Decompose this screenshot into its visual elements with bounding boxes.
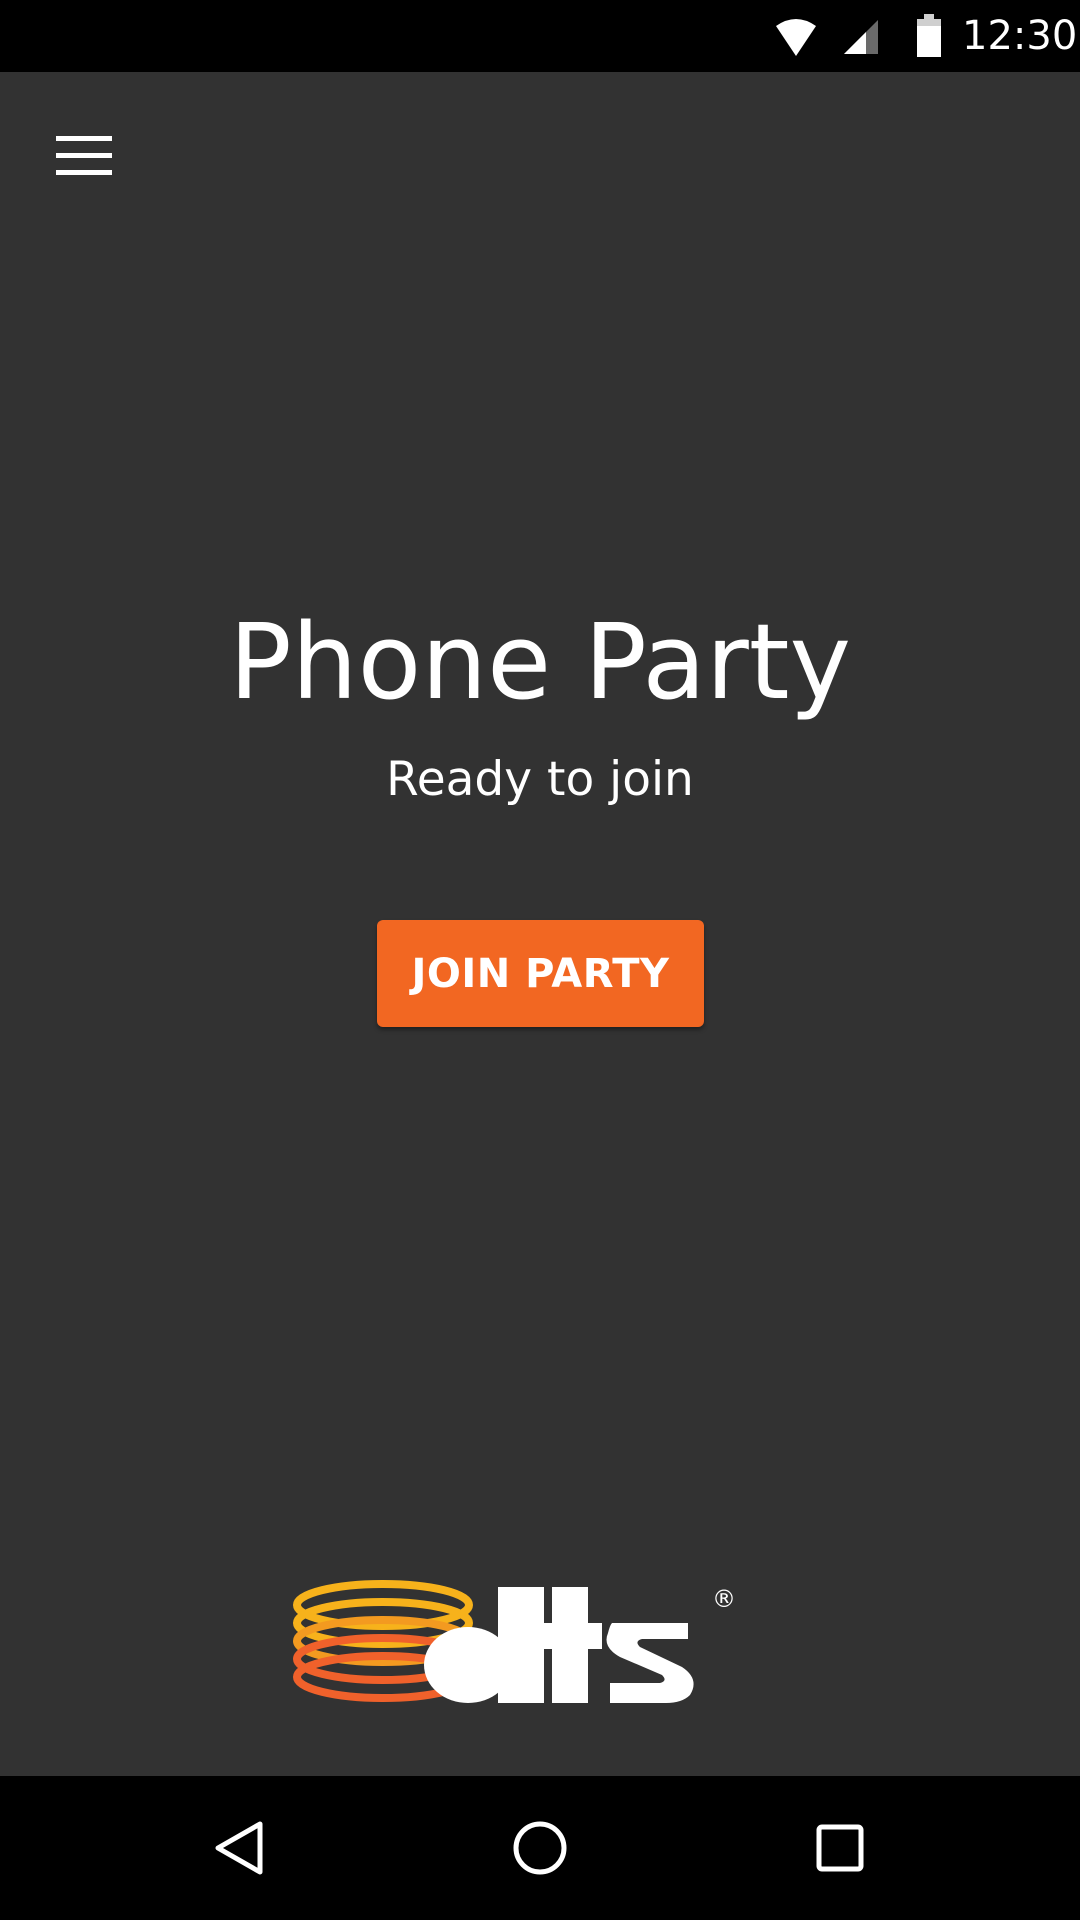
cell-signal-icon: [842, 18, 880, 56]
battery-icon: [916, 14, 942, 58]
page-title: Phone Party: [228, 601, 852, 723]
back-icon: [215, 1821, 263, 1875]
menu-button[interactable]: [36, 114, 132, 198]
hamburger-menu-icon: [56, 136, 112, 175]
home-icon: [513, 1821, 567, 1875]
status-bar-clock: 12:30: [962, 13, 1078, 59]
home-button[interactable]: [488, 1796, 592, 1900]
phone-party-screen: 12:30 Phone Party Ready to join JOIN PAR…: [0, 0, 1080, 1920]
join-party-button[interactable]: JOIN PARTY: [377, 920, 704, 1027]
dts-wordmark: [424, 1587, 694, 1703]
status-bar: 12:30: [0, 0, 1080, 72]
dts-logo: ®: [290, 1575, 790, 1710]
recents-icon: [816, 1824, 864, 1872]
wifi-icon: [774, 18, 818, 58]
recents-button[interactable]: [788, 1796, 892, 1900]
navigation-bar: [0, 1776, 1080, 1920]
back-button[interactable]: [188, 1796, 292, 1900]
registered-mark: ®: [712, 1585, 736, 1613]
status-subtitle: Ready to join: [386, 752, 694, 807]
